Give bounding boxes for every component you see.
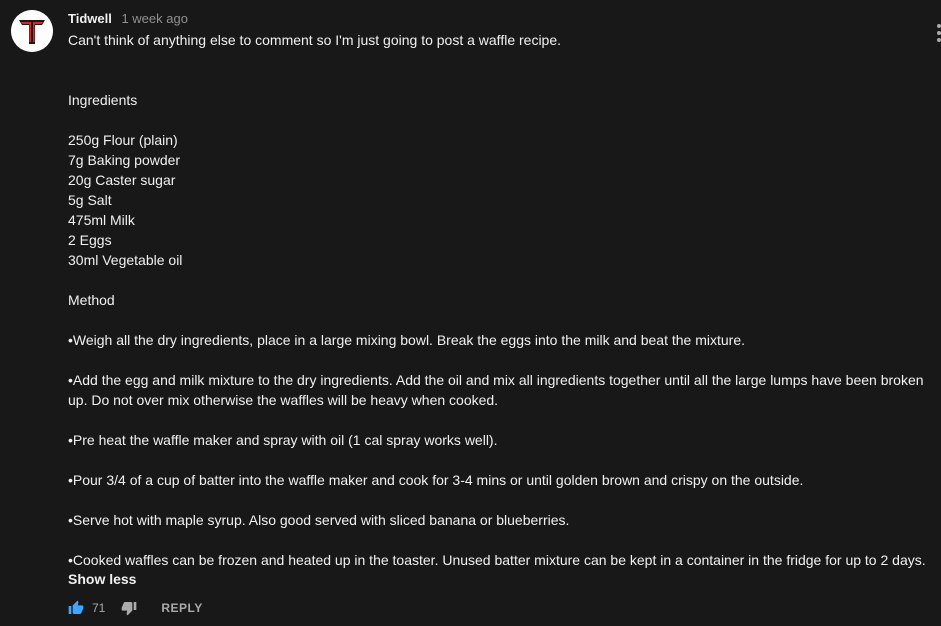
- reply-button[interactable]: REPLY: [161, 601, 202, 615]
- avatar[interactable]: [11, 10, 53, 52]
- comment-timestamp[interactable]: 1 week ago: [121, 11, 188, 26]
- comment-line: 475ml Milk: [68, 212, 135, 228]
- comment-line: 5g Salt: [68, 192, 112, 208]
- comment-line: •Add the egg and milk mixture to the dry…: [68, 372, 924, 408]
- comment-line: •Serve hot with maple syrup. Also good s…: [68, 512, 570, 528]
- thumbs-down-icon: [122, 602, 137, 616]
- comment-line: •Pour 3/4 of a cup of batter into the wa…: [68, 472, 804, 488]
- red-t-logo-icon: [11, 10, 53, 52]
- comment-line: 30ml Vegetable oil: [68, 252, 183, 268]
- like-button[interactable]: [68, 600, 84, 616]
- comment-line: 250g Flour (plain): [68, 132, 178, 148]
- comment-actions: 71 REPLY: [68, 598, 203, 618]
- show-less-button[interactable]: Show less: [68, 569, 136, 589]
- comment-line: Can't think of anything else to comment …: [68, 32, 562, 48]
- author-name[interactable]: Tidwell: [68, 11, 112, 26]
- comment-line: 20g Caster sugar: [68, 172, 176, 188]
- comment-line: 2 Eggs: [68, 232, 112, 248]
- comment-line: •Weigh all the dry ingredients, place in…: [68, 332, 746, 348]
- dislike-button[interactable]: [121, 600, 137, 616]
- comment-header: Tidwell 1 week ago: [68, 11, 188, 27]
- comment-line: •Pre heat the waffle maker and spray wit…: [68, 432, 498, 448]
- thumbs-up-icon: [68, 600, 84, 614]
- like-count: 71: [92, 601, 106, 615]
- comment-line: Ingredients: [68, 92, 138, 108]
- comment-line: •Cooked waffles can be frozen and heated…: [68, 552, 926, 568]
- comment-body: Can't think of anything else to comment …: [68, 30, 934, 570]
- comment-line: 7g Baking powder: [68, 152, 181, 168]
- comment-line: Method: [68, 292, 115, 308]
